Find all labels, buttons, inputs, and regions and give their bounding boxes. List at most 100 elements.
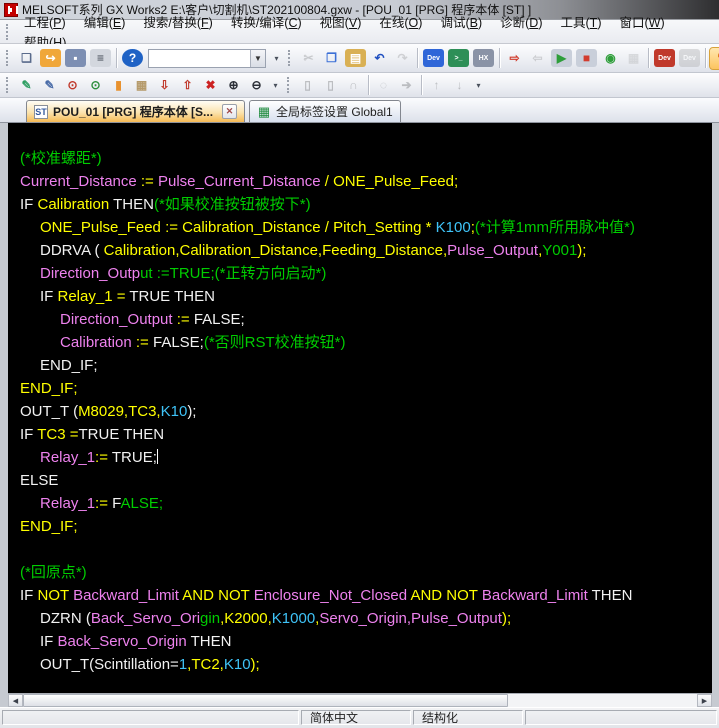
- tab-close-icon[interactable]: ✕: [222, 104, 238, 119]
- monitor-mode-icon[interactable]: ◉: [600, 48, 621, 69]
- code-line: DDRVA ( Calibration,Calibration_Distance…: [40, 242, 587, 259]
- code-line: IF Calibration THEN(*如果校准按钮被按下*): [20, 196, 311, 213]
- menu-item-f[interactable]: 搜索/替换(F): [134, 13, 221, 33]
- edit-mode-icon[interactable]: ✎: [16, 76, 37, 95]
- toolbar-options-chevron[interactable]: ▾: [271, 47, 282, 69]
- menu-item-e[interactable]: 编辑(E): [75, 13, 135, 33]
- code-line: IF Relay_1 = TRUE THEN: [40, 288, 215, 305]
- app-window: MELSOFT系列 GX Works2 E:\客户\切割机\ST20210080…: [0, 0, 719, 728]
- scrollbar-thumb[interactable]: [23, 694, 509, 707]
- ladder-close-contact-icon: ▯: [327, 78, 334, 92]
- code-line: Direction_Output := FALSE;: [60, 311, 245, 328]
- code-line: Relay_1:= FALSE;: [40, 495, 164, 512]
- read-from-plc-icon: ⇦: [532, 51, 543, 65]
- code-line: Direction_Output :=TRUE;(*正转方向启动*): [40, 265, 327, 282]
- device-delete-icon[interactable]: ✖: [200, 76, 221, 95]
- monitor-write-mode-icon: ▦: [627, 51, 640, 65]
- start-monitoring-icon[interactable]: ▶: [551, 49, 572, 67]
- code-line: ONE_Pulse_Feed := Calibration_Distance /…: [40, 219, 635, 236]
- menu-item-v[interactable]: 视图(V): [311, 13, 371, 33]
- editor-horizontal-scrollbar[interactable]: ◀ ▶: [8, 693, 712, 707]
- write-to-plc-icon[interactable]: ⇨: [504, 48, 525, 69]
- st-code-editor[interactable]: (*校准螺距*) Current_Distance := Pulse_Curren…: [8, 123, 712, 693]
- device-find-red-icon[interactable]: ⊙: [62, 76, 83, 95]
- menu-item-t[interactable]: 工具(T): [552, 13, 611, 33]
- toolbar-separator: [499, 48, 500, 68]
- tab-pou-program-body[interactable]: ST POU_01 [PRG] 程序本体 [S... ✕: [26, 100, 246, 122]
- tab-label: 全局标签设置 Global1: [276, 105, 393, 119]
- monitor-terminal-icon[interactable]: >_: [448, 49, 469, 67]
- ladder-jump-icon: ➔: [401, 78, 412, 92]
- toolbar-grip-handle[interactable]: [287, 77, 292, 93]
- scroll-right-button[interactable]: ▶: [697, 694, 712, 707]
- combobox-dropdown-icon[interactable]: ▼: [250, 49, 265, 67]
- paste-icon[interactable]: ▤: [345, 49, 366, 67]
- scrollbar-track[interactable]: [23, 694, 697, 707]
- word-search-up-icon[interactable]: ⇧: [177, 76, 198, 95]
- code-line: Calibration := FALSE;(*否则RST校准按钮*): [60, 334, 346, 351]
- code-line: END_IF;: [40, 357, 98, 374]
- code-line: END_IF;: [20, 380, 78, 397]
- copy-icon[interactable]: ❐: [321, 48, 342, 69]
- st-program-icon: ST: [34, 104, 48, 119]
- new-project-icon[interactable]: ❏: [16, 48, 37, 69]
- device-capsule-icon[interactable]: ▮: [108, 76, 129, 95]
- ladder-coil-icon: ∩: [349, 78, 358, 92]
- device-find-green-icon[interactable]: ⊙: [85, 76, 106, 95]
- redo-icon: ↷: [397, 51, 408, 65]
- menu-item-p[interactable]: 工程(P): [15, 13, 75, 33]
- status-edit-mode: 结构化: [413, 710, 523, 725]
- code-line: IF TC3 =TRUE THEN: [20, 426, 165, 443]
- global-label-icon: ▦: [257, 103, 271, 119]
- print-icon[interactable]: ≡: [90, 49, 111, 67]
- document-edit-icon[interactable]: ✎: [39, 76, 60, 95]
- menu-item-o[interactable]: 在线(O): [370, 13, 431, 33]
- code-line: (*校准螺距*): [20, 150, 102, 167]
- toolbar-main: ❏↪▪≡?▼▾✂❐▤↶↷Dev>_HX⇨⇦▶■◉▦DevDev❝➤❝▭: [0, 44, 719, 73]
- toolbar-grip-handle[interactable]: [6, 50, 11, 66]
- toolbar-grip-handle[interactable]: [6, 77, 11, 93]
- text-caret: [156, 449, 158, 464]
- save-project-icon[interactable]: ▪: [65, 49, 86, 67]
- word-search-down-icon[interactable]: ⇩: [154, 76, 175, 95]
- device-block-icon[interactable]: ▦: [131, 76, 152, 95]
- zoom-out-icon[interactable]: ⊖: [246, 76, 267, 95]
- device-display-on-icon[interactable]: Dev: [654, 49, 675, 67]
- tab-global-label-setting[interactable]: ▦ 全局标签设置 Global1: [249, 100, 401, 122]
- toolbar-separator: [648, 48, 649, 68]
- device-comment-dev-icon[interactable]: Dev: [423, 49, 444, 67]
- scroll-left-button[interactable]: ◀: [8, 694, 23, 707]
- undo-icon[interactable]: ↶: [369, 48, 390, 69]
- code-line: ELSE: [20, 472, 59, 489]
- code-line: OUT_T (M8029,TC3,K10);: [20, 403, 197, 420]
- status-bar: 简体中文 结构化: [0, 707, 719, 728]
- menu-item-w[interactable]: 窗口(W): [610, 13, 673, 33]
- device-display-off-icon: Dev: [679, 49, 700, 67]
- toolbar-separator: [116, 48, 117, 68]
- open-project-icon[interactable]: ↪: [40, 49, 61, 67]
- toolbar-edit: ✎ ✎ ⊙ ⊙ ▮ ▦ ⇩ ⇧ ✖ ⊕ ⊖ ▾ ▯ ▯ ∩ ◌ ➔ ↑ ↓ ▾: [0, 73, 719, 98]
- menu-item-b[interactable]: 调试(B): [431, 13, 491, 33]
- menu-bar: 工程(P) 编辑(E) 搜索/替换(F) 转换/编译(C) 视图(V) 在线(O) 调试(B…: [0, 16, 719, 50]
- find-input[interactable]: [149, 50, 250, 66]
- comment-display-icon[interactable]: ❝: [709, 46, 719, 70]
- menu-item-c[interactable]: 转换/编译(C): [222, 13, 311, 33]
- toolbar-options-chevron-3[interactable]: ▾: [473, 74, 484, 96]
- toolbar-options-chevron-2[interactable]: ▾: [270, 74, 281, 96]
- menubar-grip-handle[interactable]: [6, 23, 11, 40]
- code-line: OUT_T(Scintillation=1,TC2,K10);: [40, 656, 260, 673]
- code-line: IF NOT Backward_Limit AND NOT Enclosure_…: [20, 587, 633, 604]
- find-combobox[interactable]: ▼: [148, 48, 266, 68]
- device-memory-hex-icon[interactable]: HX: [473, 49, 494, 67]
- status-extra-segment: [525, 710, 717, 725]
- toolbar-separator: [417, 48, 418, 68]
- cut-icon: ✂: [303, 51, 314, 65]
- ladder-open-contact-icon: ▯: [304, 78, 311, 92]
- stop-monitoring-icon[interactable]: ■: [576, 49, 597, 67]
- zoom-in-icon[interactable]: ⊕: [223, 76, 244, 95]
- tab-label: POU_01 [PRG] 程序本体 [S...: [53, 105, 214, 119]
- status-message-segment: [2, 710, 299, 725]
- toolbar-grip-handle[interactable]: [288, 50, 293, 66]
- help-icon[interactable]: ?: [122, 49, 143, 67]
- menu-item-d[interactable]: 诊断(D): [491, 13, 551, 33]
